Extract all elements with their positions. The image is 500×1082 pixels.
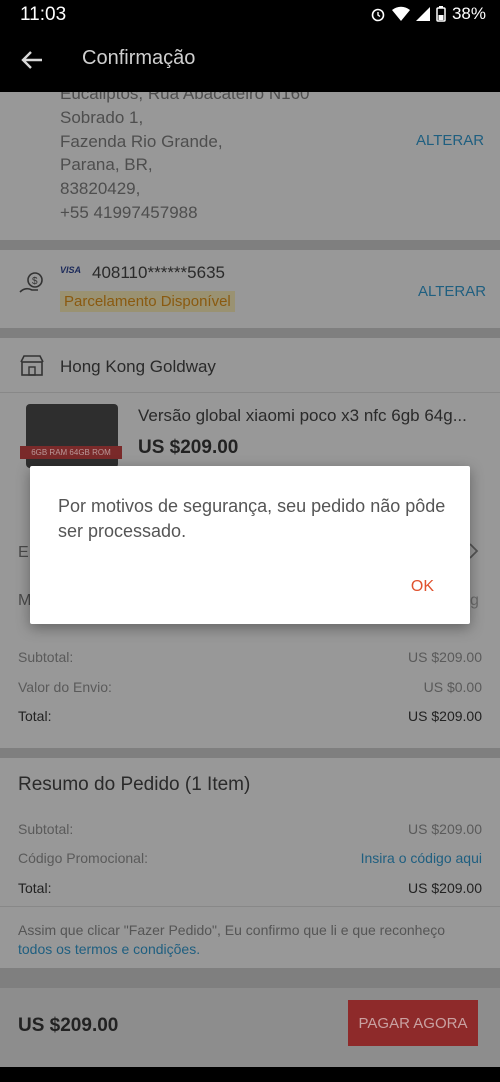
status-bar: 11:03 38% xyxy=(0,0,500,30)
summary-total-label: Total: xyxy=(18,880,52,896)
total-value: US $209.00 xyxy=(408,708,482,724)
store-name: Hong Kong Goldway xyxy=(60,357,216,376)
address-card: Eucaliptos, Rua Abacateiro N160 Sobrado … xyxy=(0,92,500,240)
shipping-row-peek: E xyxy=(18,544,29,561)
page-title: Confirmação xyxy=(82,47,196,69)
dialog-message: Por motivos de segurança, seu pedido não… xyxy=(58,496,446,541)
signal-icon xyxy=(415,7,430,21)
divider xyxy=(0,906,500,907)
divider xyxy=(0,328,500,338)
bottom-total: US $209.00 xyxy=(18,1015,119,1036)
address-line: +55 41997457988 xyxy=(60,203,198,222)
store-icon xyxy=(20,355,44,376)
product-banner: 6GB RAM 64GB ROM xyxy=(20,446,122,459)
terms-link[interactable]: todos os termos e condições. xyxy=(18,941,200,957)
svg-text:$: $ xyxy=(32,276,38,287)
summary-title: Resumo do Pedido (1 Item) xyxy=(18,774,251,795)
address-line: Eucaliptos, Rua Abacateiro N160 xyxy=(60,92,310,103)
installments-badge: Parcelamento Disponível xyxy=(60,291,235,312)
address-line: Parana, BR, xyxy=(60,155,153,174)
back-arrow-icon[interactable] xyxy=(18,46,46,74)
battery-level: 38% xyxy=(451,4,486,23)
promo-code-label: Código Promocional: xyxy=(18,850,148,866)
divider xyxy=(0,240,500,250)
payment-hand-icon: $ xyxy=(19,272,43,293)
wifi-icon xyxy=(391,6,410,22)
summary-total-value: US $209.00 xyxy=(408,880,482,896)
subtotal-value: US $209.00 xyxy=(408,649,482,665)
subtotal-label: Subtotal: xyxy=(18,649,74,665)
divider xyxy=(0,392,500,393)
pay-now-button[interactable]: PAGAR AGORA xyxy=(348,1000,478,1046)
status-time: 11:03 xyxy=(20,4,67,25)
summary-subtotal-label: Subtotal: xyxy=(18,821,74,837)
product-title[interactable]: Versão global xiaomi poco x3 nfc 6gb 64g… xyxy=(138,406,467,426)
divider xyxy=(0,968,500,988)
alarm-icon xyxy=(371,8,385,22)
promo-code-link[interactable]: Insira o código aqui xyxy=(361,850,482,866)
divider xyxy=(0,748,500,758)
address-line: Sobrado 1, xyxy=(60,108,144,127)
app-bar: Confirmação xyxy=(0,30,500,92)
visa-logo: VISA xyxy=(60,265,82,275)
navigation-bar xyxy=(0,1067,500,1082)
error-dialog: Por motivos de segurança, seu pedido não… xyxy=(30,466,470,624)
battery-icon xyxy=(436,6,446,22)
shipping-value: US $0.00 xyxy=(423,679,482,695)
card-number: 408110******5635 xyxy=(92,263,225,282)
shipping-label: Valor do Envio: xyxy=(18,679,112,695)
checkout-bottom-bar: US $209.00 PAGAR AGORA xyxy=(0,988,500,1067)
address-line: Fazenda Rio Grande, xyxy=(60,132,223,151)
change-payment-link[interactable]: ALTERAR xyxy=(418,283,486,300)
product-price: US $209.00 xyxy=(138,437,239,458)
terms-text: Assim que clicar "Fazer Pedido", Eu conf… xyxy=(18,922,446,938)
status-icons: 38% xyxy=(370,4,486,24)
address-line: 83820429, xyxy=(60,179,141,198)
total-label: Total: xyxy=(18,708,52,724)
dialog-ok-button[interactable]: OK xyxy=(411,578,434,596)
summary-subtotal-value: US $209.00 xyxy=(408,821,482,837)
change-address-link[interactable]: ALTERAR xyxy=(416,132,484,149)
message-row-peek-right: g xyxy=(470,592,479,609)
